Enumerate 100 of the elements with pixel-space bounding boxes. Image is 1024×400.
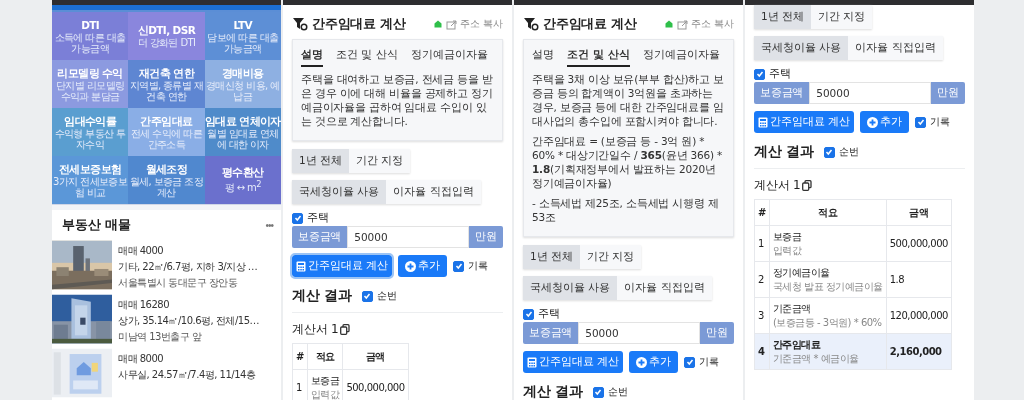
item-name: 정기예금이율: [772, 265, 831, 280]
item-note: (보증금등 - 3억원) * 60%: [772, 315, 883, 330]
tile-subtitle: 수익형 부동산 투자수익: [53, 127, 127, 150]
toggle-option[interactable]: 1년 전체: [754, 5, 812, 29]
deposit-field[interactable]: 50000: [578, 322, 701, 344]
column-header: 적요: [307, 343, 343, 370]
amount-cell: 2,160,000: [886, 333, 952, 370]
share-icon: [677, 18, 690, 30]
check-icon: [363, 292, 372, 300]
listing-location: 서울특별시 동대문구 장안동: [118, 276, 239, 290]
checkbox[interactable]: [754, 68, 765, 80]
toggle-option[interactable]: 국세청이율 사용: [292, 180, 387, 204]
tab[interactable]: 정기예금이자율: [642, 44, 720, 67]
statement-title: 계산서 1: [292, 321, 339, 338]
listing-price: 매매 16280: [118, 298, 170, 312]
unit-suffix: 만원: [469, 226, 503, 248]
more-button[interactable]: •••: [265, 219, 273, 231]
checkbox[interactable]: [523, 308, 534, 320]
tile-title: 전세보증보험: [58, 162, 122, 176]
deposit-field[interactable]: 50000: [809, 82, 932, 104]
row-number: 1: [754, 225, 770, 262]
check-icon: [594, 388, 603, 396]
menu-tile[interactable]: 재건축 연한 지역별, 종류별 재건축 연한: [128, 60, 205, 108]
check-icon: [825, 148, 834, 156]
listing-item[interactable]: 매매 16280 상가, 35.14㎡/10.6평, 전체/15… 미남역 13번출구 앞: [52, 294, 281, 344]
item-note: 기준금액 * 예금이율: [772, 351, 860, 366]
toggle-option[interactable]: 국세청이율 사용: [754, 36, 849, 60]
menu-tile[interactable]: 월세조정 월세, 보증금 조정 계산: [128, 156, 205, 204]
tile-title: LTV: [233, 18, 253, 32]
checkbox[interactable]: [361, 290, 373, 302]
toggle-option[interactable]: 기간 지정: [811, 5, 873, 29]
filter-icon: [523, 17, 539, 31]
tab[interactable]: 정기예금이자율: [411, 44, 488, 67]
calculator-icon: [296, 260, 306, 272]
deposit-field[interactable]: 50000: [347, 226, 470, 248]
description-text: - 소득세법 제25조, 소득세법 시행령 제53조: [532, 196, 720, 224]
tab[interactable]: 조건 및 산식: [336, 44, 398, 67]
description-text: 주택을 대여하고 보증금, 전세금 등을 받은 경우 이에 대해 비율을 공제하고 정기예금이자율을 곱하여 임대료 수입이 있는 것으로 계산합니다.: [301, 72, 494, 128]
item-note: 입력값: [772, 243, 803, 258]
toggle-option[interactable]: 1년 전체: [292, 149, 350, 173]
menu-tile[interactable]: 임대료 연체이자 월별 임대료 연체에 대한 이자: [204, 108, 281, 156]
check-icon: [916, 118, 925, 126]
column-header: 금액: [342, 343, 408, 370]
row-number: 2: [754, 261, 770, 298]
checkbox-label: 주택: [769, 67, 791, 81]
item-name: 보증금: [310, 373, 340, 388]
tile-title: 신DTI, DSR: [137, 24, 196, 37]
plus-icon: [405, 260, 417, 272]
page-title: 간주임대료 계산: [312, 15, 407, 33]
toggle-option[interactable]: 이자율 직접입력: [617, 276, 712, 300]
checkbox[interactable]: [684, 356, 696, 368]
tab[interactable]: 설명: [301, 44, 323, 67]
checkbox[interactable]: [292, 212, 303, 224]
tile-subtitle: 3가지 전세보증보험 비교: [53, 175, 128, 198]
listing-price: 매매 4000: [118, 244, 165, 258]
checkbox[interactable]: [823, 146, 835, 158]
calculator-icon: [758, 116, 768, 128]
add-button[interactable]: 추가: [629, 351, 679, 373]
calculate-button[interactable]: 간주임대료 계산: [754, 111, 855, 133]
amount-cell: 120,000,000: [886, 297, 952, 334]
unit-suffix: 만원: [700, 322, 734, 344]
column-header: #: [292, 343, 308, 370]
check-icon: [755, 70, 764, 78]
listing-detail: 상가, 35.14㎡/10.6평, 전체/15…: [118, 314, 260, 328]
section-title: 부동산 매물: [62, 216, 131, 234]
checkbox[interactable]: [453, 260, 465, 272]
toggle-option[interactable]: 1년 전체: [523, 245, 581, 269]
house-icon: [665, 20, 674, 28]
row-number: 4: [754, 333, 770, 370]
toggle-option[interactable]: 이자율 직접입력: [386, 180, 481, 204]
tile-subtitle: 더 강화된 DTI: [137, 37, 196, 48]
add-button[interactable]: 추가: [398, 255, 448, 277]
checkbox-label: 기록: [468, 259, 488, 273]
checkbox[interactable]: [915, 116, 927, 128]
amount-cell: 1.8: [886, 261, 952, 298]
toggle-option[interactable]: 이자율 직접입력: [848, 36, 943, 60]
checkbox[interactable]: [592, 386, 604, 398]
copy-address-link[interactable]: 주소 복사: [677, 17, 734, 31]
item-note: 입력값: [310, 387, 340, 400]
calculate-button[interactable]: 간주임대료 계산: [292, 255, 393, 277]
share-icon: [446, 18, 459, 30]
toggle-option[interactable]: 기간 지정: [580, 245, 642, 269]
tile-subtitle: 전세 수익에 따른 간주소득: [130, 127, 203, 150]
menu-tile[interactable]: DTI 소득에 따른 대출 가능금액: [52, 12, 129, 60]
tab[interactable]: 조건 및 산식: [567, 44, 630, 67]
toggle-option[interactable]: 국세청이율 사용: [523, 276, 618, 300]
description-text: 주택을 3채 이상 보유(부부 합산)하고 보증금 등의 합계액이 3억원을 초과하는 경우, 보증금 등에 대한 간주임대료를 임대사업의 총수입에 포함시켜야 합니다.: [532, 72, 725, 128]
listing-item[interactable]: 매매 8000 사무실, 24.57㎡/7.4평, 11/14층: [52, 348, 281, 398]
input-prefix: 보증금액: [523, 322, 579, 344]
listing-item[interactable]: 매매 4000 기타, 22㎡/6.7평, 지하 3/지상 … 서울특별시 동대문구 장안동: [52, 240, 281, 290]
tile-title: 임대료 연체이자: [204, 114, 281, 128]
toggle-option[interactable]: 기간 지정: [349, 149, 411, 173]
column-header: 적요: [769, 199, 887, 226]
input-prefix: 보증금액: [754, 82, 810, 104]
calculate-button[interactable]: 간주임대료 계산: [523, 351, 624, 373]
tab[interactable]: 설명: [532, 44, 554, 67]
add-button[interactable]: 추가: [860, 111, 910, 133]
copy-address-link[interactable]: 주소 복사: [446, 17, 503, 31]
unit-suffix: 만원: [931, 82, 965, 104]
menu-tile[interactable]: 평수환산 평 ↔ m$^{2}$: [204, 156, 281, 204]
